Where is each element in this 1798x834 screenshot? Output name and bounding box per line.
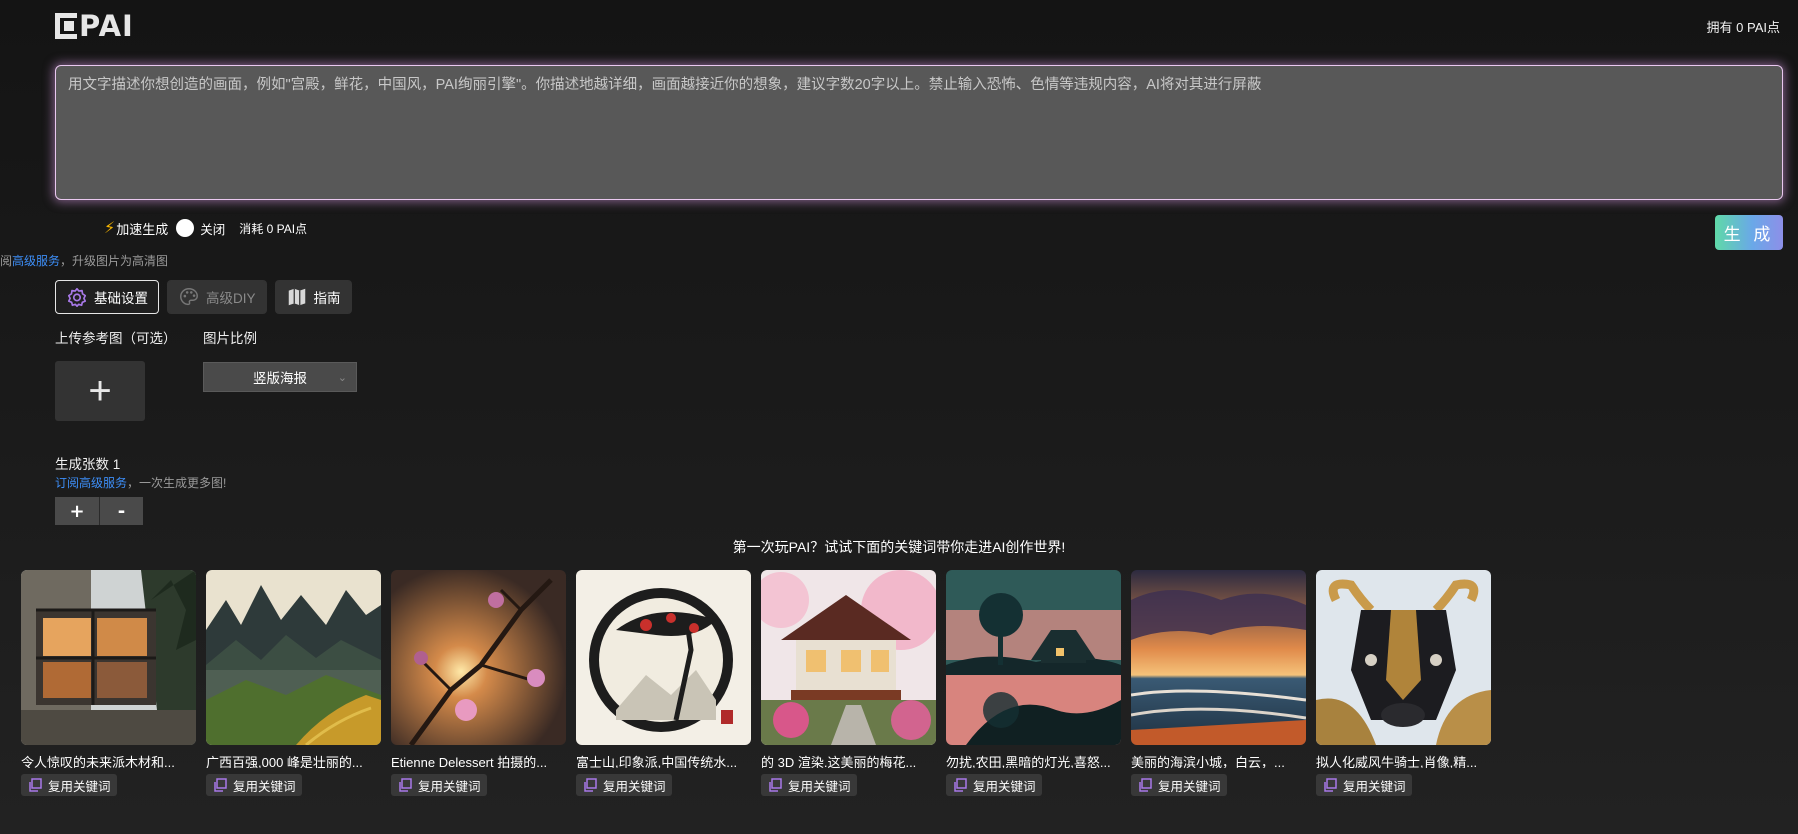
prompt-box	[55, 65, 1783, 200]
tab-guide[interactable]: 指南	[274, 280, 352, 314]
generate-button[interactable]: 生 成	[1715, 215, 1783, 250]
gallery-thumb[interactable]	[206, 570, 381, 745]
copy-icon	[214, 778, 227, 792]
example-gallery: 令人惊叹的未来派木材和... 复用关键词 广西百强,000 峰是壮丽的... 复…	[21, 570, 1491, 798]
copy-keywords-label: 复用关键词	[1343, 779, 1406, 794]
gallery-card: 勿扰,农田,黑暗的灯光,喜怒... 复用关键词	[946, 570, 1121, 798]
premium-service-link[interactable]: 高级服务	[12, 254, 60, 268]
plus-icon: +	[88, 369, 112, 413]
copy-icon	[1139, 778, 1152, 792]
ratio-select[interactable]: 竖版海报 ⌄	[203, 362, 357, 392]
gallery-caption: 广西百强,000 峰是壮丽的...	[206, 755, 363, 768]
copy-keywords-label: 复用关键词	[418, 779, 481, 794]
gear-icon	[67, 287, 87, 307]
thumb-ink-painting-image	[576, 570, 751, 745]
chevron-down-icon: ⌄	[337, 372, 347, 384]
ratio-selected: 竖版海报	[253, 371, 307, 386]
accel-label: 加速生成	[116, 221, 169, 237]
gallery-caption: 富士山,印象派,中国传统水...	[576, 755, 738, 768]
gallery-caption: 美丽的海滨小城，白云，...	[1131, 755, 1285, 768]
copy-keywords-button[interactable]: 复用关键词	[761, 774, 857, 796]
count-note: 订阅高级服务，一次生成更多图!	[55, 474, 226, 491]
gallery-card: 拟人化威风牛骑士,肖像,精... 复用关键词	[1316, 570, 1491, 798]
thumb-karst-mountains-image	[206, 570, 381, 745]
gallery-thumb[interactable]	[761, 570, 936, 745]
subscribe-premium-link[interactable]: 订阅高级服务	[55, 476, 127, 490]
tip-text: 第一次玩PAI？试试下面的关键词带你走进AI创作世界!	[732, 539, 1066, 555]
tab-basic-settings[interactable]: 基础设置	[55, 280, 159, 314]
copy-keywords-label: 复用关键词	[48, 779, 111, 794]
thumb-japanese-house-image	[761, 570, 936, 745]
copy-icon	[1324, 778, 1337, 792]
gallery-card: 广西百强,000 峰是壮丽的... 复用关键词	[206, 570, 381, 798]
map-icon	[288, 288, 305, 306]
gallery-caption: Etienne Delessert 拍摄的...	[391, 755, 548, 768]
copy-keywords-label: 复用关键词	[233, 779, 296, 794]
gallery-card: 美丽的海滨小城，白云，... 复用关键词	[1131, 570, 1306, 798]
tab-advanced-label: 高级DIY	[206, 291, 256, 306]
gallery-card: 富士山,印象派,中国传统水... 复用关键词	[576, 570, 751, 798]
copy-keywords-label: 复用关键词	[1158, 779, 1221, 794]
gallery-thumb[interactable]	[946, 570, 1121, 745]
copy-keywords-button[interactable]: 复用关键词	[1316, 774, 1412, 796]
tab-guide-label: 指南	[313, 291, 341, 306]
gallery-caption: 令人惊叹的未来派木材和...	[21, 755, 175, 768]
count-stepper: + -	[55, 497, 143, 525]
gallery-thumb[interactable]	[21, 570, 196, 745]
count-plus-button[interactable]: +	[55, 497, 99, 525]
hd-upgrade-note: 阅高级服务，升级图片为高清图	[0, 252, 168, 269]
upload-reference-button[interactable]: +	[55, 361, 145, 421]
copy-icon	[954, 778, 967, 792]
thumb-plum-branch-image	[391, 570, 566, 745]
gallery-thumb[interactable]	[576, 570, 751, 745]
tab-advanced-diy[interactable]: 高级DIY	[167, 280, 267, 314]
gallery-thumb[interactable]	[391, 570, 566, 745]
gallery-card: 的 3D 渲染.这美丽的梅花... 复用关键词	[761, 570, 936, 798]
copy-icon	[584, 778, 597, 792]
hd-note-prefix: 阅	[0, 254, 13, 268]
copy-icon	[399, 778, 412, 792]
copy-keywords-label: 复用关键词	[603, 779, 666, 794]
gallery-card: Etienne Delessert 拍摄的... 复用关键词	[391, 570, 566, 798]
thumb-seaside-sunset-image	[1131, 570, 1306, 745]
cost-text: 消耗 0 PAI点	[239, 221, 308, 236]
accel-toggle-label: 关闭	[200, 222, 226, 237]
copy-icon	[29, 778, 42, 792]
copy-keywords-button[interactable]: 复用关键词	[1131, 774, 1227, 796]
thumb-farmhouse-dusk-image	[946, 570, 1121, 745]
gallery-caption: 拟人化威风牛骑士,肖像,精...	[1316, 755, 1478, 768]
copy-keywords-button[interactable]: 复用关键词	[391, 774, 487, 796]
gallery-caption: 的 3D 渲染.这美丽的梅花...	[761, 755, 917, 768]
lightning-icon: ⚡︎	[104, 220, 116, 237]
copy-keywords-button[interactable]: 复用关键词	[576, 774, 672, 796]
copy-keywords-label: 复用关键词	[788, 779, 851, 794]
gallery-caption: 勿扰,农田,黑暗的灯光,喜怒...	[946, 755, 1111, 768]
copy-icon	[769, 778, 782, 792]
accel-toggle[interactable]	[176, 219, 195, 237]
points-balance: 拥有 0 PAI点	[1706, 20, 1780, 35]
logo[interactable]: PAI	[55, 9, 134, 43]
settings-tabs: 基础设置 高级DIY 指南	[55, 280, 352, 314]
gallery-thumb[interactable]	[1131, 570, 1306, 745]
count-minus-button[interactable]: -	[99, 497, 143, 525]
copy-keywords-label: 复用关键词	[973, 779, 1036, 794]
ratio-label: 图片比例	[203, 331, 257, 346]
thumb-bull-knight-image	[1316, 570, 1491, 745]
palette-icon	[180, 288, 198, 306]
upload-label: 上传参考图（可选）	[55, 331, 177, 346]
thumb-glass-house-image	[21, 570, 196, 745]
tab-basic-label: 基础设置	[94, 291, 148, 306]
accel-row: ⚡︎ 加速生成 关闭 消耗 0 PAI点	[104, 218, 307, 238]
count-label: 生成张数 1	[55, 457, 121, 472]
count-note-suffix: ，一次生成更多图!	[127, 476, 227, 490]
logo-mark-icon	[55, 13, 77, 39]
logo-text: PAI	[79, 9, 134, 43]
gallery-card: 令人惊叹的未来派木材和... 复用关键词	[21, 570, 196, 798]
copy-keywords-button[interactable]: 复用关键词	[206, 774, 302, 796]
prompt-input[interactable]	[56, 66, 1782, 199]
hd-note-suffix: ，升级图片为高清图	[60, 254, 169, 268]
copy-keywords-button[interactable]: 复用关键词	[21, 774, 117, 796]
copy-keywords-button[interactable]: 复用关键词	[946, 774, 1042, 796]
gallery-thumb[interactable]	[1316, 570, 1491, 745]
